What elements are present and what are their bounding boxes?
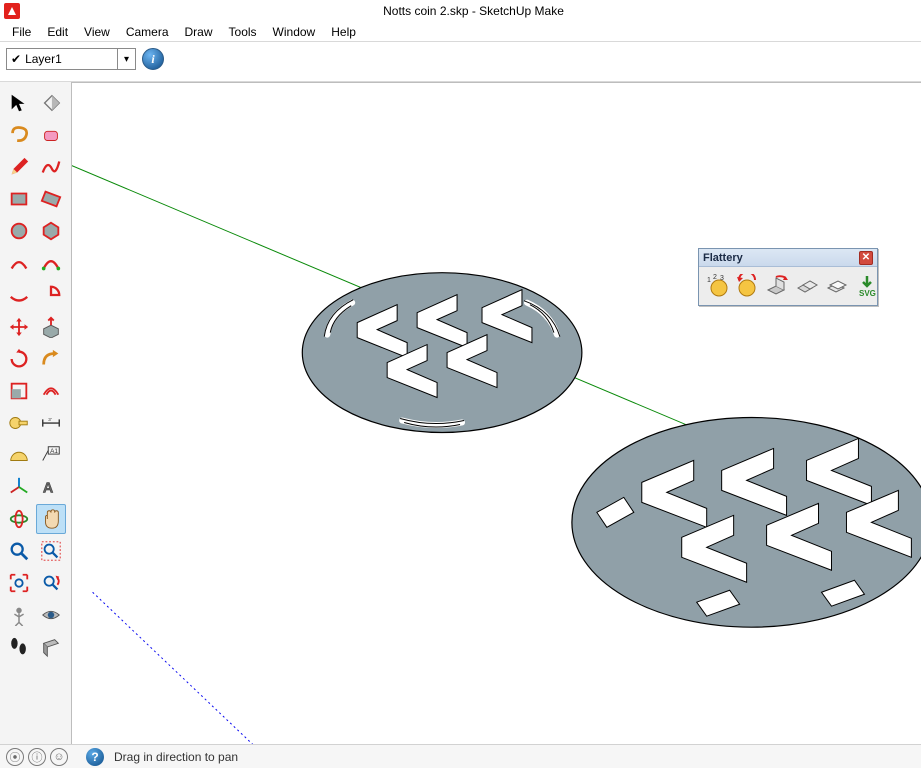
tool-two-point-arc[interactable] xyxy=(36,248,66,278)
tool-push-pull[interactable] xyxy=(36,312,66,342)
tool-walk[interactable] xyxy=(4,632,34,662)
tool-pencil[interactable] xyxy=(4,152,34,182)
tool-position-camera[interactable] xyxy=(4,600,34,630)
window-title: Notts coin 2.skp - SketchUp Make xyxy=(26,4,921,18)
flattery-toolbar[interactable]: Flattery ✕ 123 SVG xyxy=(698,248,878,306)
menu-window[interactable]: Window xyxy=(265,23,324,41)
tool-zoom-window[interactable] xyxy=(36,536,66,566)
tool-text[interactable]: A1 xyxy=(36,440,66,470)
tool-scale[interactable] xyxy=(4,376,34,406)
tool-arc[interactable] xyxy=(4,248,34,278)
tool-offset[interactable] xyxy=(36,376,66,406)
tool-previous-view[interactable] xyxy=(36,568,66,598)
tool-eraser[interactable] xyxy=(36,120,66,150)
tool-select[interactable] xyxy=(4,88,34,118)
menubar: File Edit View Camera Draw Tools Window … xyxy=(0,22,921,42)
status-geolocation-icon[interactable]: ⦿ xyxy=(6,748,24,766)
svg-text:1: 1 xyxy=(707,277,711,284)
tool-polygon[interactable] xyxy=(36,216,66,246)
tool-freehand[interactable] xyxy=(36,152,66,182)
tool-pan[interactable] xyxy=(36,504,66,534)
close-icon[interactable]: ✕ xyxy=(859,251,873,265)
tool-three-point-arc[interactable] xyxy=(4,280,34,310)
tool-pie[interactable] xyxy=(36,280,66,310)
flattery-export-svg-button[interactable]: SVG xyxy=(855,273,879,299)
svg-text:3: 3 xyxy=(720,275,724,282)
svg-text:3': 3' xyxy=(48,417,52,422)
svg-text:2: 2 xyxy=(713,274,717,281)
tool-follow-me[interactable] xyxy=(36,344,66,374)
tool-tape[interactable] xyxy=(4,408,34,438)
status-credits-icon[interactable]: ⓘ xyxy=(28,748,46,766)
layer-visible-icon: ✔ xyxy=(11,52,21,66)
flattery-index-faces-button[interactable]: 123 xyxy=(705,273,729,299)
tool-orbit[interactable] xyxy=(4,504,34,534)
tool-protractor[interactable] xyxy=(4,440,34,470)
flattery-titlebar[interactable]: Flattery ✕ xyxy=(699,249,877,267)
flattery-reindex-faces-button[interactable] xyxy=(735,273,759,299)
layer-toolbar: ✔ Layer1 ▾ i xyxy=(0,42,921,82)
svg-label-text: SVG xyxy=(859,289,876,298)
titlebar: Notts coin 2.skp - SketchUp Make xyxy=(0,0,921,22)
menu-help[interactable]: Help xyxy=(323,23,364,41)
tool-axes[interactable] xyxy=(4,472,34,502)
tool-rotate[interactable] xyxy=(4,344,34,374)
scene-svg xyxy=(72,83,921,744)
chevron-down-icon[interactable]: ▾ xyxy=(117,49,135,69)
menu-camera[interactable]: Camera xyxy=(118,23,177,41)
tool-3d-text[interactable]: A xyxy=(36,472,66,502)
flattery-title-label: Flattery xyxy=(703,252,743,264)
status-user-icon[interactable]: ☺ xyxy=(50,748,68,766)
svg-text:A: A xyxy=(43,481,54,497)
menu-draw[interactable]: Draw xyxy=(177,23,221,41)
menu-view[interactable]: View xyxy=(76,23,118,41)
flattery-copy-button[interactable] xyxy=(825,273,849,299)
tool-move[interactable] xyxy=(4,312,34,342)
tool-zoom[interactable] xyxy=(4,536,34,566)
tool-lasso[interactable] xyxy=(4,120,34,150)
menu-file[interactable]: File xyxy=(4,23,39,41)
help-icon[interactable]: ? xyxy=(86,748,104,766)
toolbox: 3' A1 A xyxy=(0,82,72,744)
tool-rotated-rectangle[interactable] xyxy=(36,184,66,214)
tool-look-around[interactable] xyxy=(36,600,66,630)
tool-circle[interactable] xyxy=(4,216,34,246)
statusbar-text: Drag in direction to pan xyxy=(114,750,238,764)
tool-section-plane[interactable] xyxy=(36,632,66,662)
tool-paint-bucket[interactable] xyxy=(36,88,66,118)
flattery-unfold-button[interactable] xyxy=(765,273,789,299)
menu-tools[interactable]: Tools xyxy=(221,23,265,41)
tool-dimension[interactable]: 3' xyxy=(36,408,66,438)
app-icon xyxy=(4,3,20,19)
viewport[interactable] xyxy=(72,82,921,744)
flattery-group-button[interactable] xyxy=(795,273,819,299)
statusbar: ⦿ ⓘ ☺ ? Drag in direction to pan xyxy=(0,744,921,768)
svg-text:A1: A1 xyxy=(50,448,58,455)
tool-rectangle[interactable] xyxy=(4,184,34,214)
tool-zoom-extents[interactable] xyxy=(4,568,34,598)
layer-select[interactable]: ✔ Layer1 ▾ xyxy=(6,48,136,70)
menu-edit[interactable]: Edit xyxy=(39,23,76,41)
layer-select-label: Layer1 xyxy=(25,52,117,66)
info-icon[interactable]: i xyxy=(142,48,164,70)
flattery-body: 123 SVG xyxy=(699,267,877,305)
